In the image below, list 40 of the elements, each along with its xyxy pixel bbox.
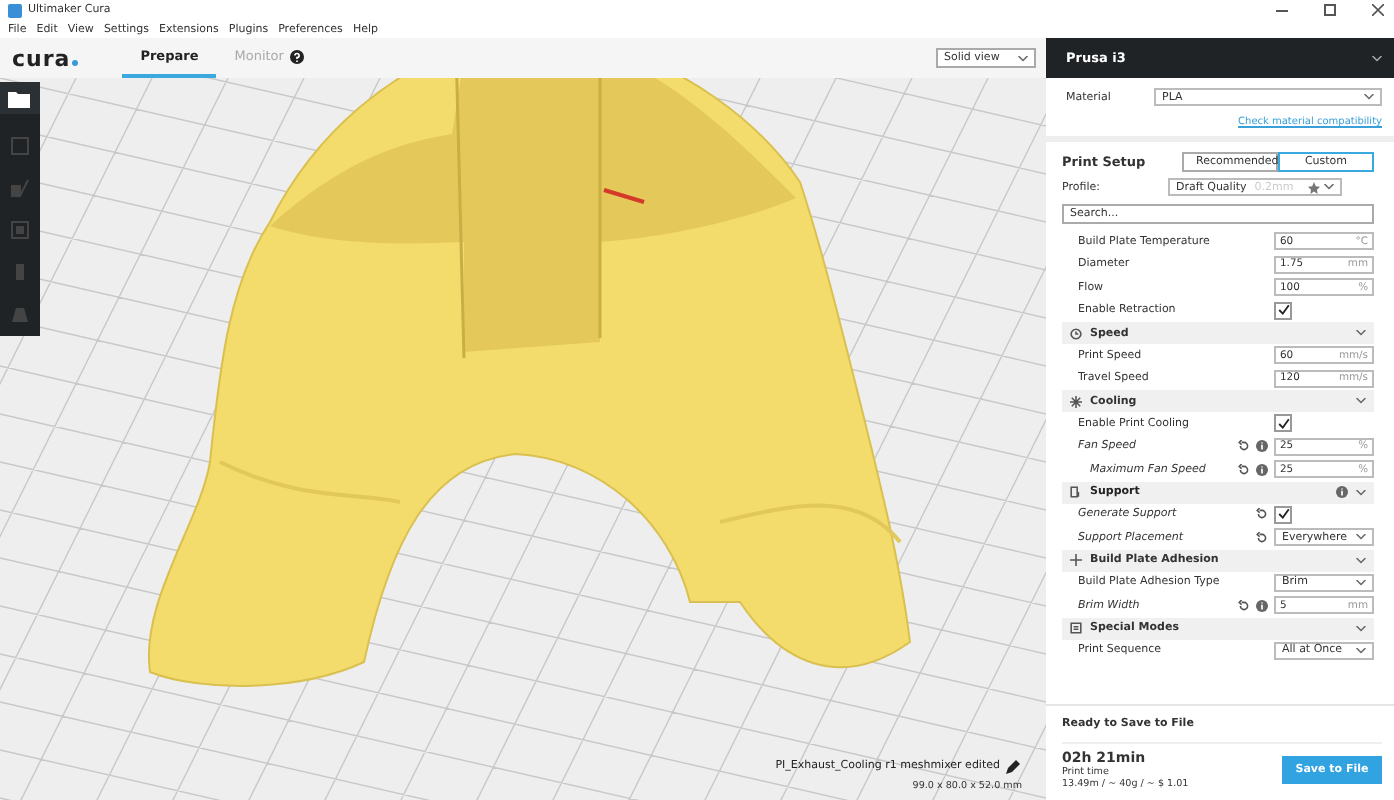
category-icon (1070, 622, 1082, 634)
category-icon (1070, 327, 1082, 339)
close-icon[interactable] (1370, 3, 1386, 17)
checkbox[interactable] (1274, 505, 1292, 524)
caret-icon (1356, 534, 1366, 541)
app-icon (8, 3, 22, 17)
caret-icon (1356, 557, 1366, 563)
reset-icon[interactable] (1238, 463, 1250, 476)
caret-icon (1356, 579, 1366, 586)
folder-icon[interactable] (0, 82, 40, 114)
star-icon[interactable] (1308, 181, 1320, 193)
reset-icon[interactable] (1238, 440, 1250, 453)
caret-icon (1364, 94, 1374, 100)
caret-icon (1356, 625, 1366, 631)
caret-icon (1356, 489, 1366, 495)
category-icon (1070, 554, 1082, 566)
caret-icon (1324, 184, 1334, 190)
category-icon (1070, 395, 1082, 407)
caret-icon (1356, 647, 1366, 654)
check-icon (1277, 417, 1289, 430)
caret-icon (1372, 55, 1382, 61)
reset-icon[interactable] (1238, 599, 1250, 612)
info-icon[interactable] (1336, 486, 1348, 498)
caret-icon (1356, 330, 1366, 336)
help-icon[interactable] (289, 49, 304, 63)
cura-logo: cura (12, 45, 79, 71)
checkbox[interactable] (1274, 414, 1292, 433)
info-icon[interactable] (1256, 440, 1268, 453)
pencil-icon[interactable] (1006, 758, 1022, 774)
reset-icon[interactable] (1256, 531, 1268, 544)
checkbox[interactable] (1274, 301, 1292, 320)
category-icon (1070, 486, 1082, 498)
check-icon (1277, 508, 1289, 521)
check-icon (1277, 304, 1289, 317)
reset-icon[interactable] (1256, 508, 1268, 521)
caret-icon (1356, 398, 1366, 404)
maximize-icon[interactable] (1324, 4, 1336, 16)
info-icon[interactable] (1256, 463, 1268, 476)
caret-icon (1018, 55, 1028, 61)
info-icon[interactable] (1256, 599, 1268, 612)
